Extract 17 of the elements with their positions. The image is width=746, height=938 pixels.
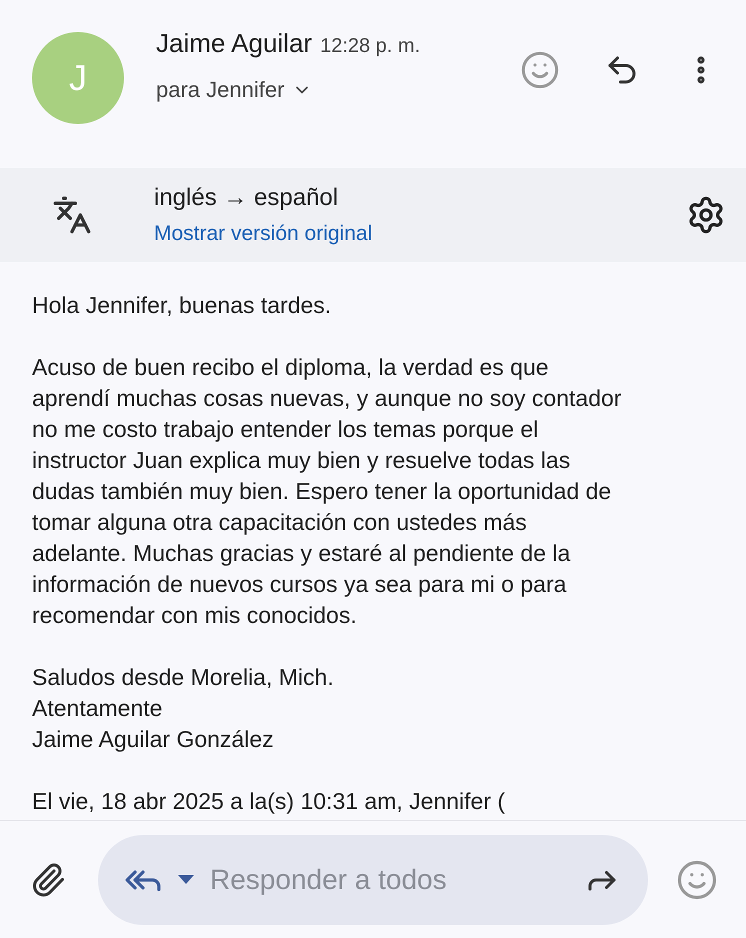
sender-name: Jaime Aguilar xyxy=(156,27,312,60)
translate-icon xyxy=(52,195,92,235)
attach-icon[interactable] xyxy=(30,862,66,898)
message-paragraph: Saludos desde Morelia, Mich. Atentamente Jaime Aguilar González xyxy=(32,663,335,754)
emoji-icon[interactable] xyxy=(676,858,718,900)
reply-field[interactable]: Responder a todos xyxy=(98,834,648,924)
message-paragraph: El vie, 18 abr 2025 a la(s) 10:31 am, Jennifer ( xyxy=(32,787,506,816)
reply-input[interactable]: Responder a todos xyxy=(210,858,584,900)
avatar: J xyxy=(32,32,124,124)
message-paragraph: Acuso de buen recibo el diploma, la verdad es que aprendí muchas cosas nuevas, y aunque no soy contador no me costo trabajo entender los temas porque el instructor Juan explica muy bien y resuelve todas las dudas también muy bien. Espero tener la oportunidad de tomar alguna otra capacitación con ustedes más adelante. Muchas gracias y estaré al pendiente de la información de nuevos cursos ya sea para mi o para recomendar con mis conocidos. xyxy=(32,353,622,630)
caret-icon[interactable] xyxy=(178,875,194,884)
show-original-link[interactable]: Mostrar versión original xyxy=(154,218,686,250)
emoji-icon[interactable] xyxy=(520,50,560,90)
translation-languages: inglés → español xyxy=(154,183,340,214)
recipient-dropdown[interactable]: para Jennifer xyxy=(156,73,312,106)
message-paragraph: Hola Jennifer, buenas tardes. xyxy=(32,291,332,320)
time: 12:28 p. m. xyxy=(320,34,420,59)
